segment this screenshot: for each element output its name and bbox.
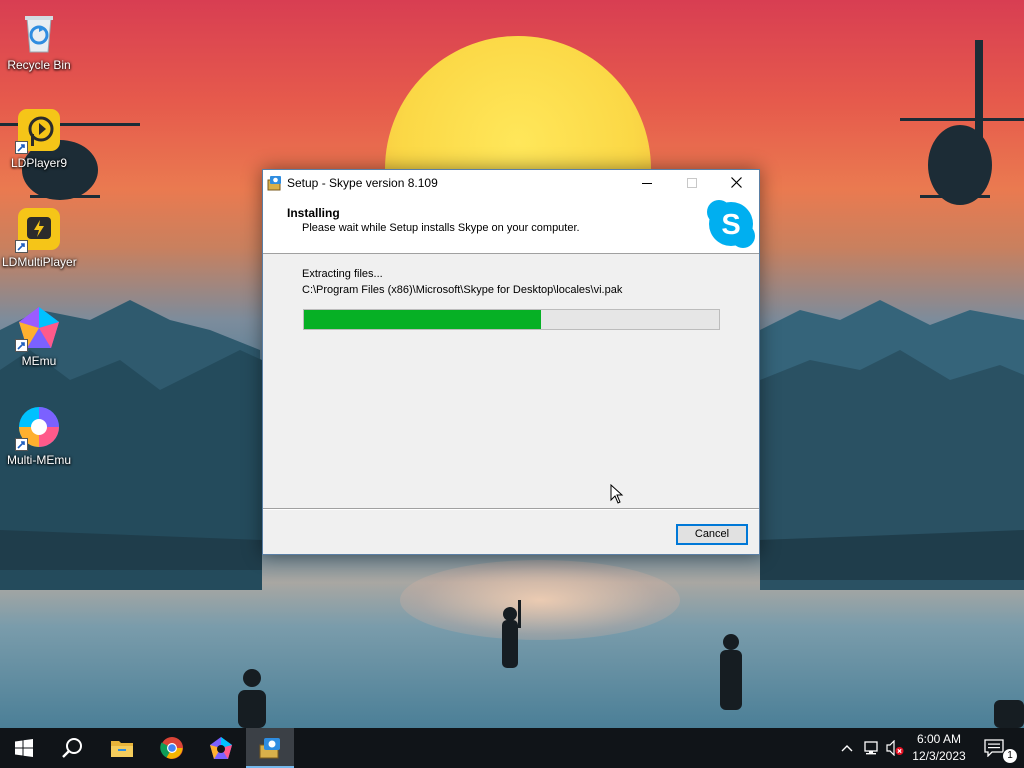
shortcut-arrow-icon: [15, 141, 28, 154]
taskbar-clock[interactable]: 6:00 AM 12/3/2023: [905, 728, 973, 768]
page-subtitle: Please wait while Setup installs Skype o…: [302, 222, 580, 234]
clock-date: 12/3/2023: [912, 749, 966, 763]
tray-overflow-button[interactable]: [837, 728, 857, 768]
notification-count-badge: 1: [1002, 748, 1018, 764]
chrome-icon: [160, 737, 183, 759]
desktop-icon-label: LDPlayer9: [10, 156, 68, 170]
memu-icon: [15, 304, 63, 352]
multi-memu-icon: [15, 403, 63, 451]
desktop-icon-label: LDMultiPlayer: [2, 255, 77, 269]
file-explorer-icon: [111, 741, 133, 757]
skype-setup-icon: [259, 738, 280, 759]
desktop-icon-memu[interactable]: MEmu: [2, 304, 76, 368]
progress-fill: [304, 310, 541, 329]
desktop-icon-label: Multi-MEmu: [6, 453, 71, 467]
start-button[interactable]: [0, 728, 48, 768]
desktop-icon-ldmultiplayer[interactable]: LDMultiPlayer: [2, 205, 77, 269]
svg-text:S: S: [721, 209, 740, 241]
shortcut-arrow-icon: [15, 339, 28, 352]
taskbar: 6:00 AM 12/3/2023 1: [0, 728, 1024, 768]
desktop-icon-recycle-bin[interactable]: Recycle Bin: [2, 8, 76, 72]
page-title: Installing: [287, 206, 340, 220]
minimize-button[interactable]: [624, 170, 669, 195]
taskbar-memu[interactable]: [197, 728, 245, 768]
recycle-bin-icon: [15, 8, 63, 56]
tray-volume[interactable]: [884, 728, 906, 768]
setup-app-icon: [267, 175, 283, 191]
maximize-button: [669, 170, 714, 195]
cancel-button[interactable]: Cancel: [676, 524, 748, 545]
mouse-cursor-icon: [610, 484, 624, 504]
dialog-header: Installing Please wait while Setup insta…: [263, 195, 759, 254]
close-button[interactable]: [714, 170, 759, 195]
taskbar-skype-setup[interactable]: [246, 728, 294, 768]
desktop-icon-label: MEmu: [21, 354, 57, 368]
desktop-icon-ldplayer9[interactable]: LDPlayer9: [2, 106, 76, 170]
footer-divider: [263, 508, 759, 510]
memu-taskbar-icon: [210, 737, 232, 759]
setup-dialog: Setup - Skype version 8.109 Installing P…: [262, 169, 760, 555]
windows-start-icon: [15, 739, 33, 757]
shortcut-arrow-icon: [15, 240, 28, 253]
tray-network[interactable]: [860, 728, 882, 768]
ldmultiplayer-icon: [15, 205, 63, 253]
desktop-icon-label: Recycle Bin: [7, 58, 71, 72]
clock-time: 6:00 AM: [916, 732, 962, 746]
search-icon: [62, 738, 82, 758]
shortcut-arrow-icon: [15, 438, 28, 451]
status-text: Extracting files...: [302, 268, 383, 280]
ldplayer-icon: [15, 106, 63, 154]
chevron-up-icon: [841, 745, 853, 752]
network-icon: [864, 741, 878, 755]
dialog-titlebar[interactable]: Setup - Skype version 8.109: [263, 170, 759, 195]
skype-logo-icon: S: [704, 197, 758, 251]
taskbar-search-button[interactable]: [48, 728, 96, 768]
current-file-path: C:\Program Files (x86)\Microsoft\Skype f…: [302, 284, 623, 296]
close-icon: [731, 177, 742, 188]
action-center-button[interactable]: 1: [980, 728, 1024, 768]
install-progress-bar: [303, 309, 720, 330]
taskbar-file-explorer[interactable]: [98, 728, 146, 768]
taskbar-chrome[interactable]: [148, 728, 196, 768]
desktop-icon-multi-memu[interactable]: Multi-MEmu: [2, 403, 76, 467]
dialog-title: Setup - Skype version 8.109: [287, 176, 438, 190]
notification-icon: [984, 739, 1004, 757]
minimize-icon: [641, 182, 652, 184]
maximize-icon: [686, 177, 697, 188]
volume-muted-icon: [886, 740, 904, 756]
